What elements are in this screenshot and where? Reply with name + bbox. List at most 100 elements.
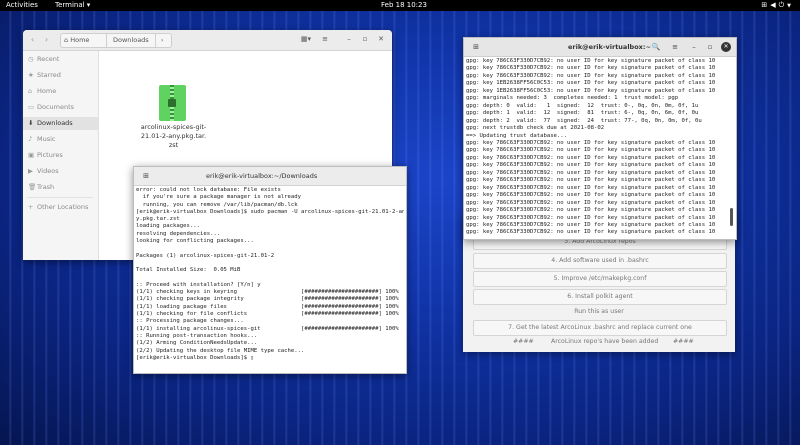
terminal-titlebar: ⊞ erik@erik-virtualbox:~ 🔍 ≡ – ▫ ✕ [464,38,736,57]
scrollbar-thumb[interactable] [730,208,733,226]
sidebar-divider [27,197,93,198]
path-bar: ⌂ Home Downloads › [60,33,172,48]
new-tab-button[interactable]: ⊞ [140,170,152,182]
file-name-line: 21.01-2-any.pkg.tar. [140,132,207,140]
sidebar-item-label: Starred [37,71,61,79]
terminal-title: erik@erik-virtualbox:~ [568,43,651,51]
new-tab-button[interactable]: ⊞ [470,41,482,53]
home-icon: ⌂ [64,36,69,44]
places-sidebar: ◷ Recent ★ Starred ⌂ Home ▭ Documents ⬇ Downl… [23,51,99,260]
terminal-line: gpg: key 786C63F330D7CB92: no user ID fo… [466,207,716,214]
terminal-title: erik@erik-virtualbox:~/Downloads [206,172,318,180]
sidebar-item-starred[interactable]: ★ Starred [23,69,98,82]
terminal-line: gpg: key 786C63F330D7CB92: no user ID fo… [466,154,716,161]
close-icon: ✕ [378,35,384,43]
new-tab-icon: ⊞ [143,172,149,180]
terminal-line: gpg: key 1EB2638FF56C0C53: no user ID fo… [466,87,716,94]
path-home-label: Home [70,36,90,44]
sidebar-item-trash[interactable]: 🗑 Trash [23,181,98,194]
terminal-line: gpg: key 786C63F330D7CB92: no user ID fo… [466,58,716,64]
chevron-right-icon[interactable]: › [161,34,163,47]
terminal-line: gpg: key 786C63F330D7CB92: no user ID fo… [466,214,716,221]
menu-button[interactable]: ≡ [320,34,330,45]
sidebar-item-downloads[interactable]: ⬇ Downloads [23,117,98,130]
sidebar-item-pictures[interactable]: ▣ Pictures [23,149,98,162]
close-button[interactable]: ✕ [721,42,731,52]
maximize-icon: ▫ [362,35,368,43]
archive-file-icon[interactable] [159,85,186,121]
terminal-downloads-window[interactable]: ⊞ erik@erik-virtualbox:~/Downloads error… [133,166,407,374]
terminal-titlebar: ⊞ erik@erik-virtualbox:~/Downloads [134,167,406,186]
maximize-button[interactable]: ▫ [704,41,716,53]
trash-icon: 🗑 [28,183,37,191]
power-icon: ⏻ [778,1,788,9]
chevron-right-icon: › [44,35,49,44]
terminal-line: (1/1) installing arcolinux-spices-git [#… [136,325,399,332]
terminal-line: [erik@erik-virtualbox Downloads]$ ▯ [136,354,254,361]
terminal-line: gpg: key 786C63F330D7CB92: no user ID fo… [466,72,716,79]
path-home[interactable]: ⌂ Home [64,34,89,47]
hamburger-icon: ≡ [322,35,328,43]
terminal-main-window[interactable]: ⊞ erik@erik-virtualbox:~ 🔍 ≡ – ▫ ✕ gpg: … [463,37,737,240]
terminal-line: gpg: key 786C63F330D7CB92: no user ID fo… [466,229,716,236]
terminal-line: gpg: key 786C63F330D7CB92: no user ID fo… [466,65,716,72]
picture-icon: ▣ [28,151,35,159]
minimize-button[interactable]: – [345,34,353,45]
close-button[interactable]: ✕ [377,34,385,45]
volume-icon: ◀ [770,1,779,9]
terminal-line: :: Proceed with installation? [Y/n] y [136,281,261,288]
install-polkit-agent-button[interactable]: 6. Install polkit agent [473,289,727,305]
activities-button[interactable]: Activities [6,0,38,11]
terminal-line: y.pkg.tar.zst [136,216,180,223]
app-menu-terminal[interactable]: Terminal ▾ [55,0,90,11]
system-tray[interactable]: ⊞◀⏻▼ [761,0,794,12]
add-bashrc-software-button[interactable]: 4. Add software used in .bashrc [473,253,727,269]
terminal-line: (1/1) checking package integrity [######… [136,296,399,303]
sidebar-item-label: Home [37,87,57,95]
back-button[interactable]: ‹ [27,34,38,45]
terminal-line: gpg: key 1EB2638FF56C0C53: no user ID fo… [466,80,716,87]
improve-makepkg-button[interactable]: 5. Improve /etc/makepkg.conf [473,271,727,287]
sidebar-item-label: Documents [37,103,75,111]
sidebar-item-other-locations[interactable]: + Other Locations [23,201,98,214]
grid-icon: ▦▾ [300,35,312,43]
terminal-line: gpg: depth: 0 valid: 1 signed: 12 trust:… [466,102,699,109]
zipper-pull [168,99,176,107]
terminal-line: gpg: marginals needed: 3 completes neede… [466,95,679,102]
menu-button[interactable]: ≡ [669,41,681,53]
sidebar-item-label: Trash [37,183,55,191]
file-name-line: arcolinux-spices-git- [140,123,207,131]
forward-button[interactable]: › [41,34,52,45]
terminal-line: error: could not lock database: File exi… [136,187,281,193]
terminal-output[interactable]: error: could not lock database: File exi… [136,187,404,371]
terminal-line: gpg: key 786C63F330D7CB92: no user ID fo… [466,221,716,228]
minimize-icon: – [347,35,351,43]
sidebar-item-recent[interactable]: ◷ Recent [23,53,98,66]
clock[interactable]: Feb 18 10:23 [381,0,427,11]
maximize-button[interactable]: ▫ [361,34,369,45]
chevron-down-icon: ▼ [787,3,794,9]
status-marker-right: #### [673,338,694,345]
path-current[interactable]: Downloads [106,34,156,47]
sidebar-item-home[interactable]: ⌂ Home [23,85,98,98]
sidebar-item-videos[interactable]: ▶ Videos [23,165,98,178]
music-icon: ♪ [28,135,33,143]
sidebar-item-documents[interactable]: ▭ Documents [23,101,98,114]
terminal-line: (1/2) Arming ConditionNeedsUpdate... [136,340,258,347]
sidebar-item-music[interactable]: ♪ Music [23,133,98,146]
terminal-line: Packages (1) arcolinux-spices-git-21.01-… [136,252,275,259]
search-button[interactable]: 🔍 [650,41,662,53]
view-options-button[interactable]: ▦▾ [297,34,315,45]
status-marker-left: #### [513,338,534,345]
terminal-output[interactable]: gpg: key 786C63F330D7CB92: no user ID fo… [466,58,728,238]
get-latest-bashrc-button[interactable]: 7. Get the latest ArcoLinux .bashrc and … [473,320,727,336]
sidebar-item-label: Videos [37,167,59,175]
video-icon: ▶ [28,167,33,175]
clock-icon: ◷ [28,55,34,63]
terminal-line: gpg: key 786C63F330D7CB92: no user ID fo… [466,177,716,184]
terminal-line: (2/2) Updating the desktop file MIME typ… [136,347,305,354]
file-name-label[interactable]: arcolinux-spices-git- 21.01-2-any.pkg.ta… [136,123,211,150]
minimize-button[interactable]: – [688,41,700,53]
